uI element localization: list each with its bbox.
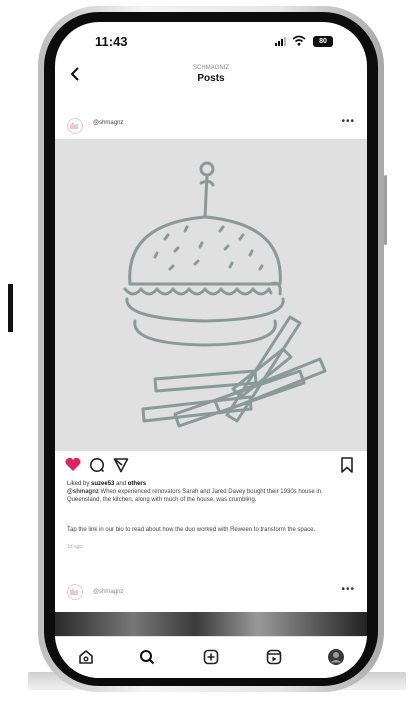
- logo-icon: [70, 589, 78, 595]
- next-post-username[interactable]: @shmagnz: [93, 589, 123, 595]
- post-actions: [55, 452, 367, 480]
- liked-by-others[interactable]: others: [128, 481, 146, 487]
- post-caption: @shmagnz When experienced renovators Sar…: [67, 489, 353, 504]
- page-title: Posts: [197, 73, 225, 84]
- post-caption-more: Tap the link in our bio to read about ho…: [67, 527, 316, 533]
- share-icon[interactable]: [113, 457, 129, 478]
- liked-by-user[interactable]: suzee53: [91, 481, 114, 487]
- power-button: [384, 175, 387, 245]
- wifi-icon: [292, 35, 306, 49]
- header-subtitle: SCHMAGNIZ: [193, 65, 229, 71]
- more-horizontal-icon[interactable]: •••: [341, 584, 355, 595]
- home-icon[interactable]: [75, 646, 97, 668]
- profile-avatar[interactable]: [325, 646, 347, 668]
- left-dark-bar: [8, 284, 13, 332]
- post-username[interactable]: @shmagnz: [93, 120, 123, 126]
- caption-text: When experienced renovators Sarah and Ja…: [67, 489, 322, 503]
- bottom-nav: [55, 636, 367, 678]
- avatar[interactable]: [67, 118, 83, 134]
- bookmark-icon[interactable]: [341, 457, 353, 478]
- caption-username[interactable]: @shmagnz: [67, 489, 99, 495]
- next-post-avatar[interactable]: [67, 584, 83, 600]
- post-timestamp: 1d ago: [67, 544, 83, 550]
- phone-screen: 11:43 80 SCHMAGNIZ Posts @shmagnz ••• Li…: [55, 22, 367, 678]
- heart-icon[interactable]: [65, 457, 81, 477]
- search-icon[interactable]: [136, 646, 158, 668]
- status-time: 11:43: [95, 34, 128, 49]
- plus-square-icon[interactable]: [200, 646, 222, 668]
- liked-by-and: and: [116, 481, 127, 487]
- signal-icon: [275, 37, 287, 49]
- comment-icon[interactable]: [89, 457, 105, 478]
- avatar-icon: [328, 649, 344, 665]
- status-bar: 11:43 80: [55, 22, 367, 62]
- reels-icon[interactable]: [263, 646, 285, 668]
- likes-line: Liked by suzee53 and others: [67, 481, 146, 487]
- burger-and-fries-illustration: [123, 161, 327, 428]
- battery-indicator: 80: [313, 36, 333, 47]
- logo-icon: [70, 123, 78, 129]
- post-image[interactable]: [55, 139, 367, 451]
- next-post-image[interactable]: [55, 612, 367, 638]
- more-horizontal-icon[interactable]: •••: [341, 116, 355, 127]
- liked-by-prefix: Liked by: [67, 481, 90, 487]
